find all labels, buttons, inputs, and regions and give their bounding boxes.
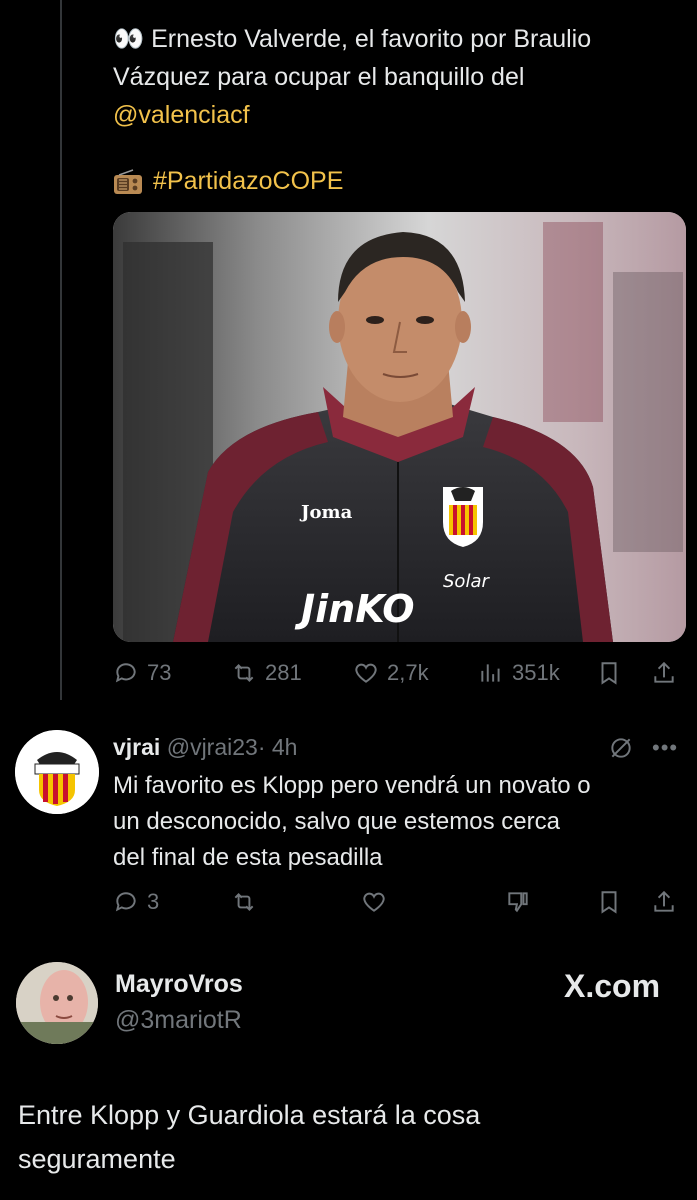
- tweet-text: 👀 Ernesto Valverde, el favorito por Brau…: [113, 20, 673, 134]
- bookmark-button[interactable]: [596, 655, 622, 691]
- like-button[interactable]: [361, 884, 387, 920]
- bookmark-icon: [601, 662, 617, 685]
- more-options-icon[interactable]: •••: [652, 735, 678, 761]
- eyes-emoji-icon: 👀: [113, 25, 145, 53]
- tweet-photo[interactable]: Joma Solar JinKO: [113, 212, 686, 642]
- reply-count: 73: [147, 660, 172, 685]
- grok-icon[interactable]: [608, 735, 634, 766]
- reply-actions-bar: 3: [113, 884, 683, 920]
- comment-text-line: seguramente: [18, 1144, 176, 1174]
- share-icon: [654, 661, 674, 683]
- hashtag-row: #PartidazoCOPE: [113, 162, 343, 206]
- share-icon: [654, 890, 674, 912]
- valverde-photo: Joma Solar JinKO: [113, 212, 686, 642]
- share-button[interactable]: [651, 655, 677, 691]
- solar-logo: Solar: [443, 571, 490, 592]
- tweet-line2: Vázquez para ocupar el banquillo del: [113, 63, 525, 91]
- reply-button[interactable]: 3: [113, 884, 159, 920]
- tweet-line1: Ernesto Valverde, el favorito por Brauli…: [151, 25, 592, 53]
- dislike-button[interactable]: [505, 884, 531, 920]
- retweet-button[interactable]: 281: [231, 655, 302, 691]
- comment-text-line: Entre Klopp y Guardiola estará la cosa: [18, 1100, 481, 1130]
- reply-text: Mi favorito es Klopp pero vendrá un nova…: [113, 768, 683, 876]
- retweet-icon: [234, 893, 254, 911]
- profile-photo: [16, 962, 98, 1044]
- avatar[interactable]: [16, 962, 98, 1044]
- comment-author-name[interactable]: MayroVros: [115, 970, 243, 999]
- thumbs-down-icon: [508, 892, 528, 913]
- reply-text-line: un desconocido, salvo que estemos cerca: [113, 808, 560, 835]
- heart-icon: [355, 663, 377, 683]
- avatar[interactable]: [15, 730, 99, 814]
- share-button[interactable]: [651, 884, 677, 920]
- reply-timestamp[interactable]: · 4h: [258, 734, 298, 760]
- retweet-count: 281: [265, 660, 302, 685]
- thread-connector-line: [60, 0, 62, 700]
- reply-text-line: Mi favorito es Klopp pero vendrá un nova…: [113, 772, 591, 799]
- reply-author-handle[interactable]: @vjrai23: [167, 734, 258, 760]
- views-chart-icon: [481, 664, 500, 682]
- reply-icon: [115, 892, 136, 912]
- retweet-button[interactable]: [231, 884, 257, 920]
- valencia-crest-avatar-icon: [15, 730, 99, 814]
- valencia-crest-icon: [443, 487, 483, 547]
- reply-icon: [115, 663, 136, 683]
- reply-header: vjrai @vjrai23· 4h: [113, 733, 297, 761]
- bookmark-button[interactable]: [596, 884, 622, 920]
- like-button[interactable]: 2,7k: [353, 655, 429, 691]
- comment-text: Entre Klopp y Guardiola estará la cosa s…: [18, 1093, 678, 1181]
- retweet-icon: [234, 664, 254, 682]
- radio-icon: [113, 168, 143, 206]
- heart-icon: [363, 892, 385, 912]
- views-count: 351k: [512, 660, 560, 685]
- jinko-logo: JinKO: [294, 587, 415, 631]
- reply-button[interactable]: 73: [113, 655, 171, 691]
- tweet-actions-bar: 73 281 2,7k 351k: [113, 655, 683, 691]
- reply-text-line: del final de esta pesadilla: [113, 844, 383, 871]
- bookmark-icon: [601, 891, 617, 914]
- x-com-logo: X.com: [564, 968, 661, 1004]
- like-count: 2,7k: [387, 660, 429, 685]
- joma-logo: Joma: [299, 502, 353, 523]
- comment-author-handle[interactable]: @3mariotR: [115, 1006, 242, 1035]
- views-button[interactable]: 351k: [478, 655, 560, 691]
- hashtag-link[interactable]: #PartidazoCOPE: [153, 167, 343, 195]
- mention-link[interactable]: @valenciacf: [113, 101, 250, 129]
- reply-author-name[interactable]: vjrai: [113, 734, 160, 760]
- reply-count: 3: [147, 889, 160, 914]
- tweet-text-line-1: 👀 Ernesto Valverde, el favorito por Brau…: [113, 20, 673, 58]
